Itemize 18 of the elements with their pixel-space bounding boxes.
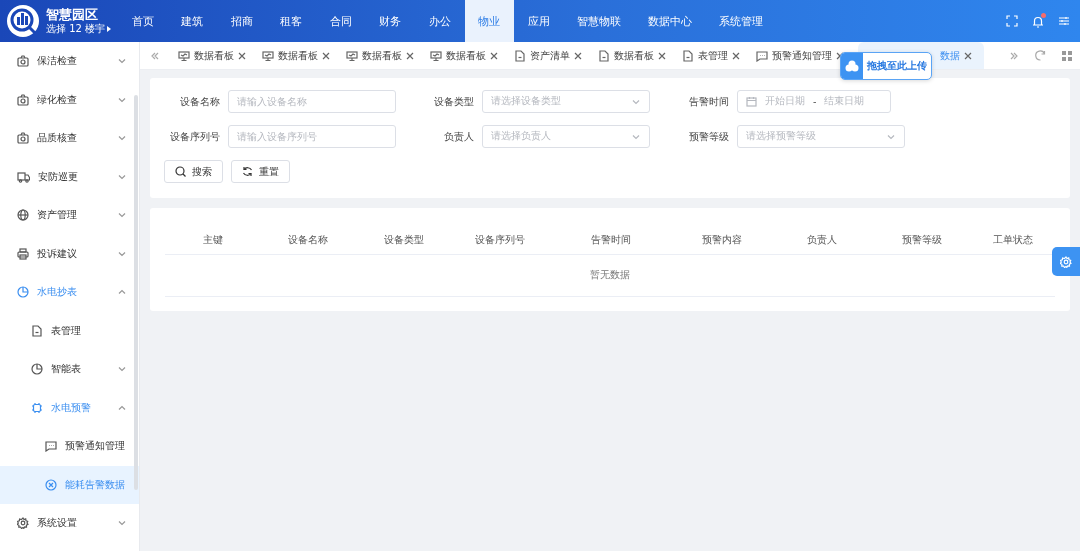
column-header: 设备名称 xyxy=(287,233,329,247)
column-header: 预警内容 xyxy=(701,233,743,247)
empty-message: 暂无数据 xyxy=(590,269,630,282)
column-header: 负责人 xyxy=(806,233,838,247)
column-header: 工单状态 xyxy=(991,233,1034,247)
column-header: 设备序列号 xyxy=(474,233,526,247)
column-header: 设备类型 xyxy=(383,233,425,247)
field-label: 负责人 xyxy=(443,129,474,144)
field-label: 设备序列号 xyxy=(169,129,220,144)
column-header: 预警等级 xyxy=(901,233,943,247)
field-label: 预警等级 xyxy=(688,129,729,144)
upload-hint: 拖拽至此上传 xyxy=(866,59,928,73)
field-label: 告警时间 xyxy=(688,94,729,109)
app-title: 智慧园区 xyxy=(46,6,99,22)
column-header: 告警时间 xyxy=(590,233,632,247)
column-header: 主键 xyxy=(201,233,224,247)
field-label: 设备名称 xyxy=(179,94,220,109)
field-label: 设备类型 xyxy=(433,94,474,109)
